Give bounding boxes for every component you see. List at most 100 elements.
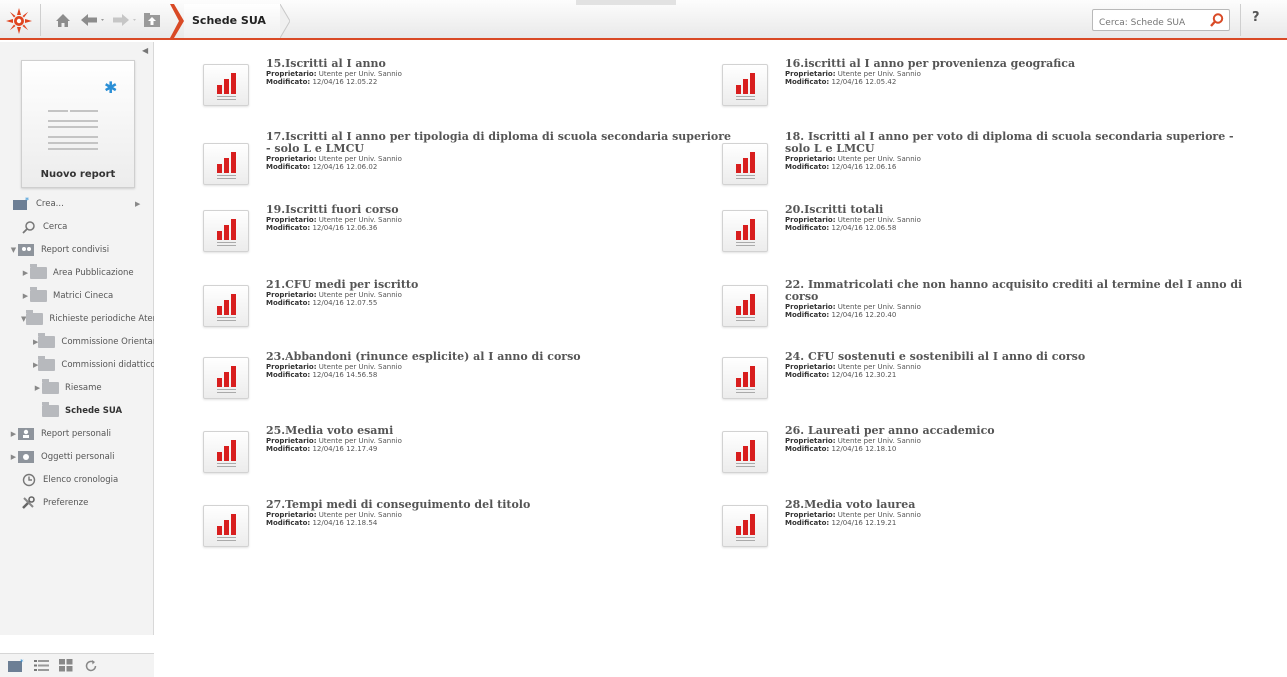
report-item[interactable]: 27.Tempi medi di conseguimento del titol… bbox=[203, 499, 723, 559]
owner-label: Proprietario: bbox=[785, 511, 836, 519]
report-list: 15.Iscritti al I anno Proprietario: Uten… bbox=[155, 42, 1287, 635]
report-title[interactable]: 23.Abbandoni (rinunce esplicite) al I an… bbox=[266, 351, 736, 363]
search-input[interactable] bbox=[1093, 13, 1203, 33]
report-title[interactable]: 28.Media voto laurea bbox=[785, 499, 1255, 511]
report-title[interactable]: 25.Media voto esami bbox=[266, 425, 736, 437]
bar-chart-icon[interactable] bbox=[722, 431, 768, 473]
up-folder-icon[interactable] bbox=[141, 9, 163, 31]
report-item[interactable]: 15.Iscritti al I anno Proprietario: Uten… bbox=[203, 58, 723, 118]
bar-chart-icon[interactable] bbox=[722, 210, 768, 252]
collapsed-icon[interactable]: ▶ bbox=[9, 453, 18, 461]
report-title[interactable]: 16.iscritti al I anno per provenienza ge… bbox=[785, 58, 1255, 70]
modified-label: Modificato: bbox=[266, 224, 311, 232]
report-title[interactable]: 21.CFU medi per iscritto bbox=[266, 279, 736, 291]
sidebar-item-richieste-periodiche[interactable]: ▼ Richieste periodiche Ateneo bbox=[0, 307, 154, 330]
folder-view-icon[interactable]: * bbox=[8, 659, 24, 673]
report-owner: Utente per Univ. Sannio bbox=[318, 216, 402, 224]
report-item[interactable]: 24. CFU sostenuti e sostenibili al I ann… bbox=[722, 351, 1242, 411]
sidebar-item-matrici-cineca[interactable]: ▶ Matrici Cineca bbox=[0, 284, 154, 307]
app-logo-icon[interactable] bbox=[6, 8, 32, 34]
modified-label: Modificato: bbox=[785, 371, 830, 379]
bar-chart-icon[interactable] bbox=[722, 143, 768, 185]
collapse-sidebar-icon[interactable]: ◀ bbox=[142, 46, 148, 55]
sidebar-item-schede-sua[interactable]: Schede SUA bbox=[0, 399, 154, 422]
bar-chart-icon[interactable] bbox=[203, 210, 249, 252]
sidebar-item-crea[interactable]: * Crea... ▶ bbox=[0, 192, 154, 215]
bar-chart-icon[interactable] bbox=[203, 285, 249, 327]
collapsed-icon[interactable]: ▶ bbox=[21, 292, 30, 300]
forward-button[interactable] bbox=[110, 9, 140, 31]
bar-chart-icon[interactable] bbox=[203, 505, 249, 547]
folder-icon bbox=[42, 401, 59, 417]
report-item[interactable]: 20.Iscritti totali Proprietario: Utente … bbox=[722, 204, 1242, 264]
sidebar-item-report-condivisi[interactable]: ▼ Report condivisi bbox=[0, 238, 154, 261]
report-item[interactable]: 26. Laureati per anno accademico Proprie… bbox=[722, 425, 1242, 485]
bar-chart-icon[interactable] bbox=[203, 64, 249, 106]
bar-chart-icon[interactable] bbox=[722, 357, 768, 399]
report-title[interactable]: 27.Tempi medi di conseguimento del titol… bbox=[266, 499, 736, 511]
sidebar-item-commissioni-didattico[interactable]: ▶ Commissioni didattico paritetiche bbox=[0, 353, 154, 376]
sidebar-item-report-personali[interactable]: ▶ Report personali bbox=[0, 422, 154, 445]
report-item[interactable]: 18. Iscritti al I anno per voto di diplo… bbox=[722, 131, 1242, 191]
report-title[interactable]: 15.Iscritti al I anno bbox=[266, 58, 736, 70]
breadcrumb-chevron-icon bbox=[170, 4, 184, 38]
report-item[interactable]: 23.Abbandoni (rinunce esplicite) al I an… bbox=[203, 351, 723, 411]
breadcrumb-current[interactable]: Schede SUA bbox=[184, 4, 280, 38]
report-title[interactable]: 17.Iscritti al I anno per tipologia di d… bbox=[266, 131, 736, 155]
home-icon[interactable] bbox=[52, 9, 74, 31]
report-item[interactable]: 19.Iscritti fuori corso Proprietario: Ut… bbox=[203, 204, 723, 264]
sidebar-item-commissione-orientamento[interactable]: ▶ Commissione Orientamento bbox=[0, 330, 154, 353]
collapsed-icon[interactable]: ▶ bbox=[9, 430, 18, 438]
report-item[interactable]: 22. Immatricolati che non hanno acquisit… bbox=[722, 279, 1242, 339]
owner-label: Proprietario: bbox=[785, 303, 836, 311]
new-report-button[interactable]: ✱ Nuovo report bbox=[21, 60, 135, 188]
help-button[interactable]: ? bbox=[1252, 10, 1260, 25]
owner-label: Proprietario: bbox=[266, 70, 317, 78]
bar-chart-icon[interactable] bbox=[722, 64, 768, 106]
bar-chart-icon[interactable] bbox=[203, 143, 249, 185]
owner-label: Proprietario: bbox=[266, 216, 317, 224]
report-title[interactable]: 19.Iscritti fuori corso bbox=[266, 204, 736, 216]
sidebar-item-area-pubblicazione[interactable]: ▶ Area Pubblicazione bbox=[0, 261, 154, 284]
search-icon[interactable] bbox=[1209, 12, 1225, 28]
report-title[interactable]: 24. CFU sostenuti e sostenibili al I ann… bbox=[785, 351, 1255, 363]
report-modified: 12/04/16 12.06.02 bbox=[312, 163, 378, 171]
sidebar-item-oggetti-personali[interactable]: ▶ Oggetti personali bbox=[0, 445, 154, 468]
bar-chart-icon[interactable] bbox=[722, 505, 768, 547]
expanded-icon[interactable]: ▼ bbox=[9, 246, 18, 254]
svg-text:*: * bbox=[25, 197, 29, 205]
list-view-icon[interactable] bbox=[33, 659, 49, 673]
report-title[interactable]: 20.Iscritti totali bbox=[785, 204, 1255, 216]
collapsed-icon[interactable]: ▶ bbox=[21, 269, 30, 277]
owner-label: Proprietario: bbox=[266, 511, 317, 519]
bar-chart-icon[interactable] bbox=[203, 431, 249, 473]
modified-label: Modificato: bbox=[266, 519, 311, 527]
report-title[interactable]: 18. Iscritti al I anno per voto di diplo… bbox=[785, 131, 1255, 155]
folder-icon bbox=[42, 378, 59, 394]
report-item[interactable]: 25.Media voto esami Proprietario: Utente… bbox=[203, 425, 723, 485]
back-button[interactable] bbox=[78, 9, 108, 31]
bar-chart-icon[interactable] bbox=[203, 357, 249, 399]
report-modified: 12/04/16 12.20.40 bbox=[831, 311, 897, 319]
report-item[interactable]: 17.Iscritti al I anno per tipologia di d… bbox=[203, 131, 731, 191]
modified-label: Modificato: bbox=[785, 519, 830, 527]
sidebar-item-elenco-cronologia[interactable]: Elenco cronologia bbox=[0, 468, 154, 491]
modified-label: Modificato: bbox=[785, 311, 830, 319]
report-item[interactable]: 28.Media voto laurea Proprietario: Utent… bbox=[722, 499, 1242, 559]
refresh-icon[interactable] bbox=[83, 659, 99, 673]
report-title[interactable]: 26. Laureati per anno accademico bbox=[785, 425, 1255, 437]
modified-label: Modificato: bbox=[266, 299, 311, 307]
report-title[interactable]: 22. Immatricolati che non hanno acquisit… bbox=[785, 279, 1255, 303]
sidebar: ◀ ✱ Nuovo report * Crea... ▶ Cerca ▼ Rep… bbox=[0, 42, 154, 677]
modified-label: Modificato: bbox=[266, 78, 311, 86]
report-modified: 12/04/16 12.19.21 bbox=[831, 519, 897, 527]
report-item[interactable]: 16.iscritti al I anno per provenienza ge… bbox=[722, 58, 1242, 118]
report-modified: 12/04/16 12.06.58 bbox=[831, 224, 897, 232]
collapsed-icon[interactable]: ▶ bbox=[33, 384, 42, 392]
bar-chart-icon[interactable] bbox=[722, 285, 768, 327]
grid-view-icon[interactable] bbox=[58, 659, 74, 673]
sidebar-item-riesame[interactable]: ▶ Riesame bbox=[0, 376, 154, 399]
report-item[interactable]: 21.CFU medi per iscritto Proprietario: U… bbox=[203, 279, 723, 339]
sidebar-item-cerca[interactable]: Cerca bbox=[0, 215, 154, 238]
sidebar-item-preferenze[interactable]: Preferenze bbox=[0, 491, 154, 514]
